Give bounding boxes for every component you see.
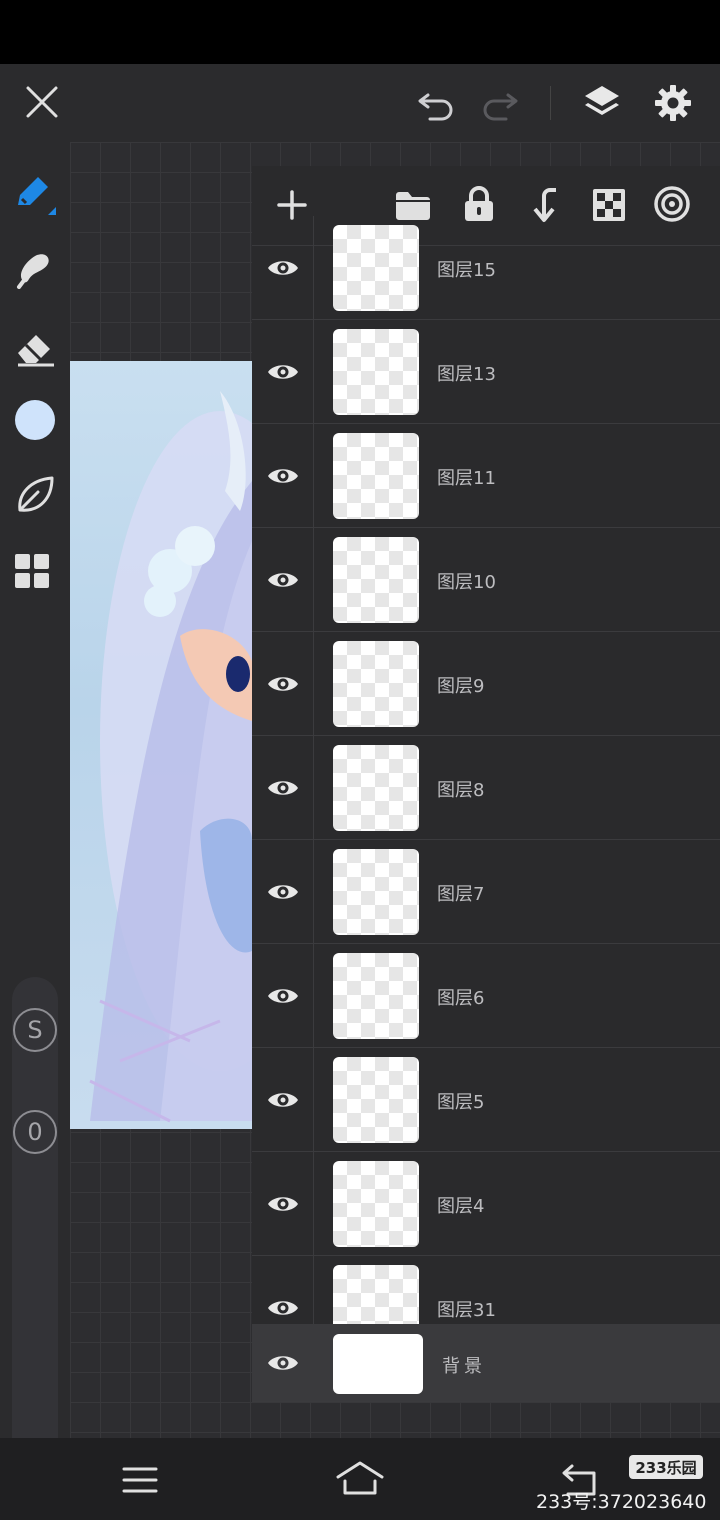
top-bar-divider [550,86,551,120]
layer-row[interactable]: 图层8 [252,736,720,840]
layer-row[interactable]: 图层13 [252,320,720,424]
opacity-badge[interactable]: 0 [13,1110,57,1154]
visibility-eye-icon[interactable] [252,1324,314,1401]
watermark-logo: 233乐园 [629,1455,703,1479]
layer-name: 图层13 [437,364,496,385]
visibility-eye-icon[interactable] [252,840,314,943]
layer-name: 图层8 [437,780,485,801]
layer-name: 图层5 [437,1092,485,1113]
layer-name: 图层15 [437,260,496,281]
layer-name: 图层9 [437,676,485,697]
left-toolbar: S 0 [0,142,70,1482]
artwork-canvas[interactable] [70,361,252,1129]
layer-row[interactable]: 图层7 [252,840,720,944]
visibility-eye-icon[interactable] [252,1048,314,1151]
smudge-icon[interactable] [12,246,58,292]
status-bar [0,0,720,64]
background-layer-row[interactable]: 背景 [252,1324,720,1402]
layer-thumbnail [333,849,419,935]
layer-name: 图层10 [437,572,496,593]
layer-thumbnail [333,537,419,623]
layers-icon[interactable] [578,80,626,124]
pen-icon[interactable] [10,170,62,218]
watermark-id: 233号:372023640 [536,1491,707,1513]
layer-row[interactable]: 图层5 [252,1048,720,1152]
menu-icon[interactable] [118,1458,162,1502]
visibility-eye-icon[interactable] [252,424,314,527]
visibility-eye-icon[interactable] [252,320,314,423]
layer-thumbnail [333,329,419,415]
layer-name: 图层7 [437,884,485,905]
layer-thumbnail [333,953,419,1039]
layer-row[interactable]: 图层9 [252,632,720,736]
layer-thumbnail [333,225,419,311]
settings-icon[interactable] [650,80,696,126]
visibility-eye-icon[interactable] [252,944,314,1047]
layer-name: 图层4 [437,1196,485,1217]
layers-panel: 图层15 图层13 图层11 图层10 图层9 图层8 图层7 图层6 图层5 图层4 图层31 背景 [252,166,720,1402]
home-icon[interactable] [334,1456,386,1502]
layer-thumbnail [333,433,419,519]
visibility-eye-icon[interactable] [252,632,314,735]
close-icon[interactable] [20,80,64,124]
top-bar [0,64,720,142]
layer-name: 背景 [442,1356,486,1377]
eraser-icon[interactable] [12,324,58,370]
layer-row[interactable]: 图层6 [252,944,720,1048]
redo-icon[interactable] [478,82,522,126]
size-badge[interactable]: S [13,1008,57,1052]
layer-thumbnail [333,641,419,727]
layer-thumbnail [333,1161,419,1247]
layer-thumbnail [333,1334,423,1394]
grid-icon[interactable] [12,548,52,594]
layer-name: 图层11 [437,468,496,489]
visibility-eye-icon[interactable] [252,736,314,839]
leaf-icon[interactable] [12,472,58,518]
brush-size-slider[interactable] [12,977,58,1482]
color-swatch[interactable] [15,400,55,440]
visibility-eye-icon[interactable] [252,216,314,319]
layer-row[interactable]: 图层11 [252,424,720,528]
undo-icon[interactable] [414,82,458,126]
layer-thumbnail [333,1057,419,1143]
layer-row[interactable]: 图层15 [252,216,720,320]
layer-name: 图层6 [437,988,485,1009]
visibility-eye-icon[interactable] [252,1152,314,1255]
layer-thumbnail [333,745,419,831]
layer-row[interactable]: 图层4 [252,1152,720,1256]
layer-row[interactable]: 图层10 [252,528,720,632]
layer-name: 图层31 [437,1300,496,1321]
visibility-eye-icon[interactable] [252,528,314,631]
